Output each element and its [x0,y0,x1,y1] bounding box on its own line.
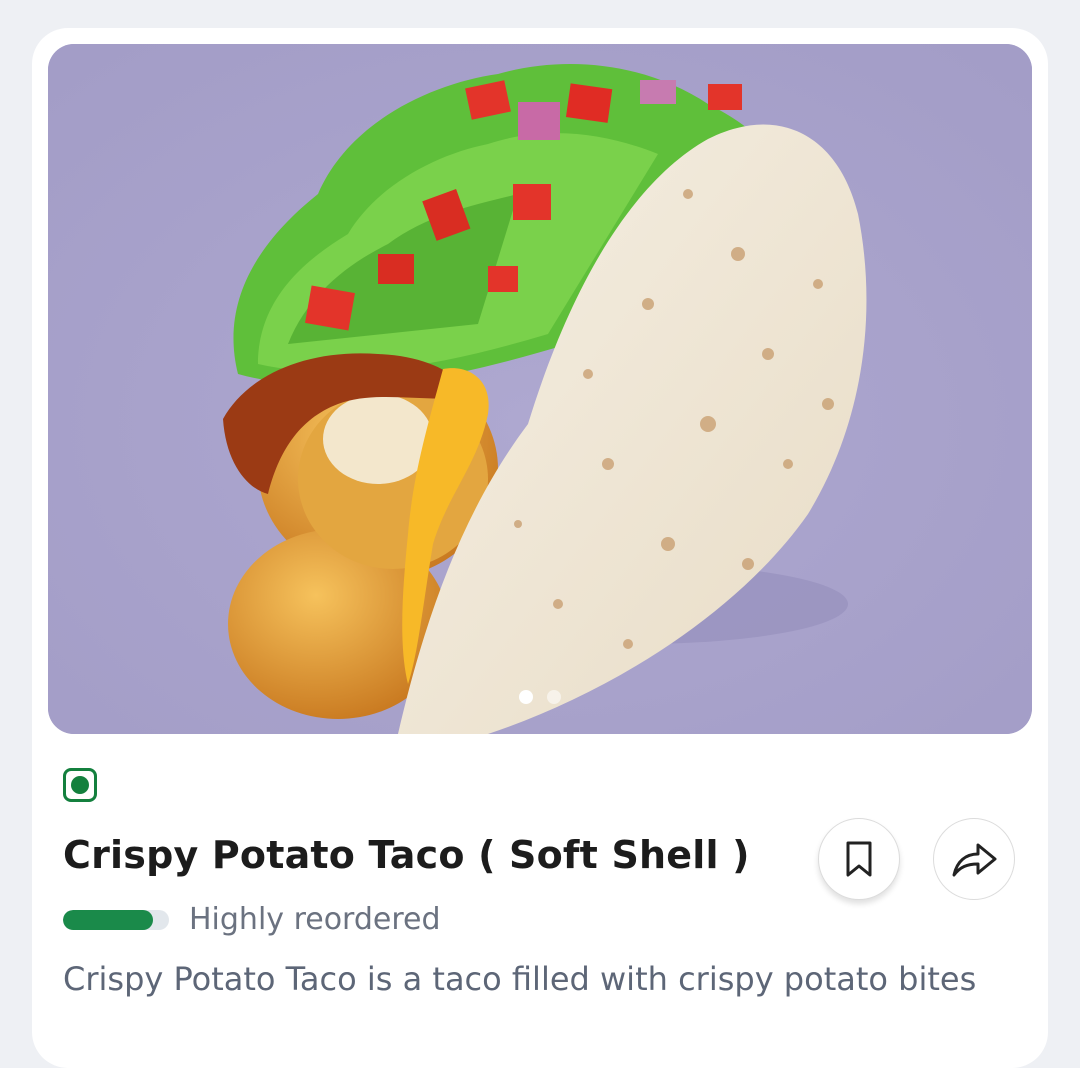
carousel-indicator [48,690,1032,704]
share-button[interactable] [933,818,1015,900]
reorder-bar [63,909,169,930]
product-description: Crispy Potato Taco is a taco filled with… [63,960,977,998]
product-card: Crispy Potato Taco ( Soft Shell ) Highly… [32,28,1048,1068]
taco-image [48,44,1032,734]
carousel-dot-1[interactable] [519,690,533,704]
reorder-indicator: Highly reordered [63,902,441,937]
bookmark-icon [846,841,872,877]
product-image-carousel[interactable] [48,44,1032,734]
carousel-dot-2[interactable] [547,690,561,704]
veg-icon [63,768,97,802]
share-icon [952,843,997,877]
reorder-bar-fill [63,909,154,930]
bookmark-button[interactable] [818,818,900,900]
reorder-label: Highly reordered [189,902,441,937]
product-title: Crispy Potato Taco ( Soft Shell ) [63,833,750,877]
